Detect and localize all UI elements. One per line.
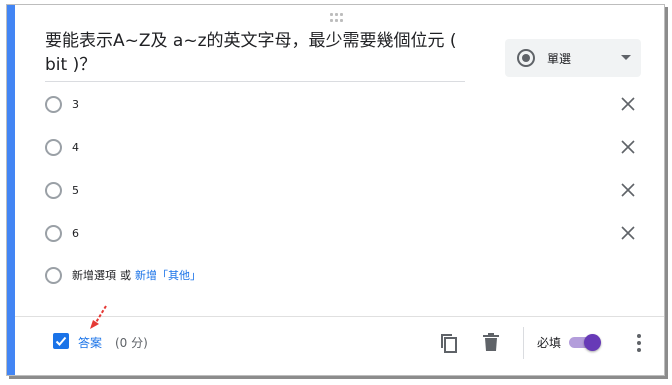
option-row: 6 [45,221,635,245]
footer-divider [15,316,664,317]
option-label[interactable]: 5 [72,184,79,197]
required-label: 必填 [537,336,562,350]
toolbar-divider [523,327,524,359]
remove-option-icon[interactable] [621,140,635,154]
question-title-input[interactable]: 要能表示A~Z及 a~z的英文字母，最少需要幾個位元 ( bit )？ [45,29,465,82]
add-option-row: 新增選項 或 新增「其他」 [45,263,635,287]
option-label[interactable]: 3 [72,98,79,111]
radio-unchecked-icon [45,181,62,199]
radio-unchecked-icon [45,266,62,284]
option-label[interactable]: 6 [72,227,79,240]
add-other-link[interactable]: 新增「其他」 [135,267,201,283]
option-row: 3 [45,92,635,116]
annotation-arrow-icon [90,305,107,329]
option-row: 4 [45,135,635,159]
duplicate-icon[interactable] [440,333,458,353]
option-row: 5 [45,178,635,202]
question-type-label: 單選 [547,51,572,66]
or-label: 或 [120,269,131,282]
radio-unchecked-icon [45,138,62,156]
remove-option-icon[interactable] [621,226,635,240]
delete-icon[interactable] [483,333,499,351]
toggle-thumb [584,334,601,351]
points-label: (0 分) [115,336,148,350]
drag-handle-icon[interactable] [328,13,344,23]
question-type-dropdown[interactable]: 單選 [505,39,641,77]
active-card-indicator [7,5,15,375]
remove-option-icon[interactable] [621,97,635,111]
checkbox-check-icon [55,336,67,346]
radio-button-icon [517,49,535,67]
question-card: 要能表示A~Z及 a~z的英文字母，最少需要幾個位元 ( bit )？ 單選 3… [6,4,665,376]
answer-key-label[interactable]: 答案 [78,334,102,351]
remove-option-icon[interactable] [621,183,635,197]
dropdown-caret-icon [621,55,631,60]
add-option-button[interactable]: 新增選項 [72,267,116,283]
answer-key-button[interactable] [53,333,69,349]
required-toggle[interactable] [567,334,601,351]
more-options-icon[interactable] [636,334,642,352]
radio-unchecked-icon [45,224,62,242]
option-label[interactable]: 4 [72,141,79,154]
radio-unchecked-icon [45,95,62,113]
